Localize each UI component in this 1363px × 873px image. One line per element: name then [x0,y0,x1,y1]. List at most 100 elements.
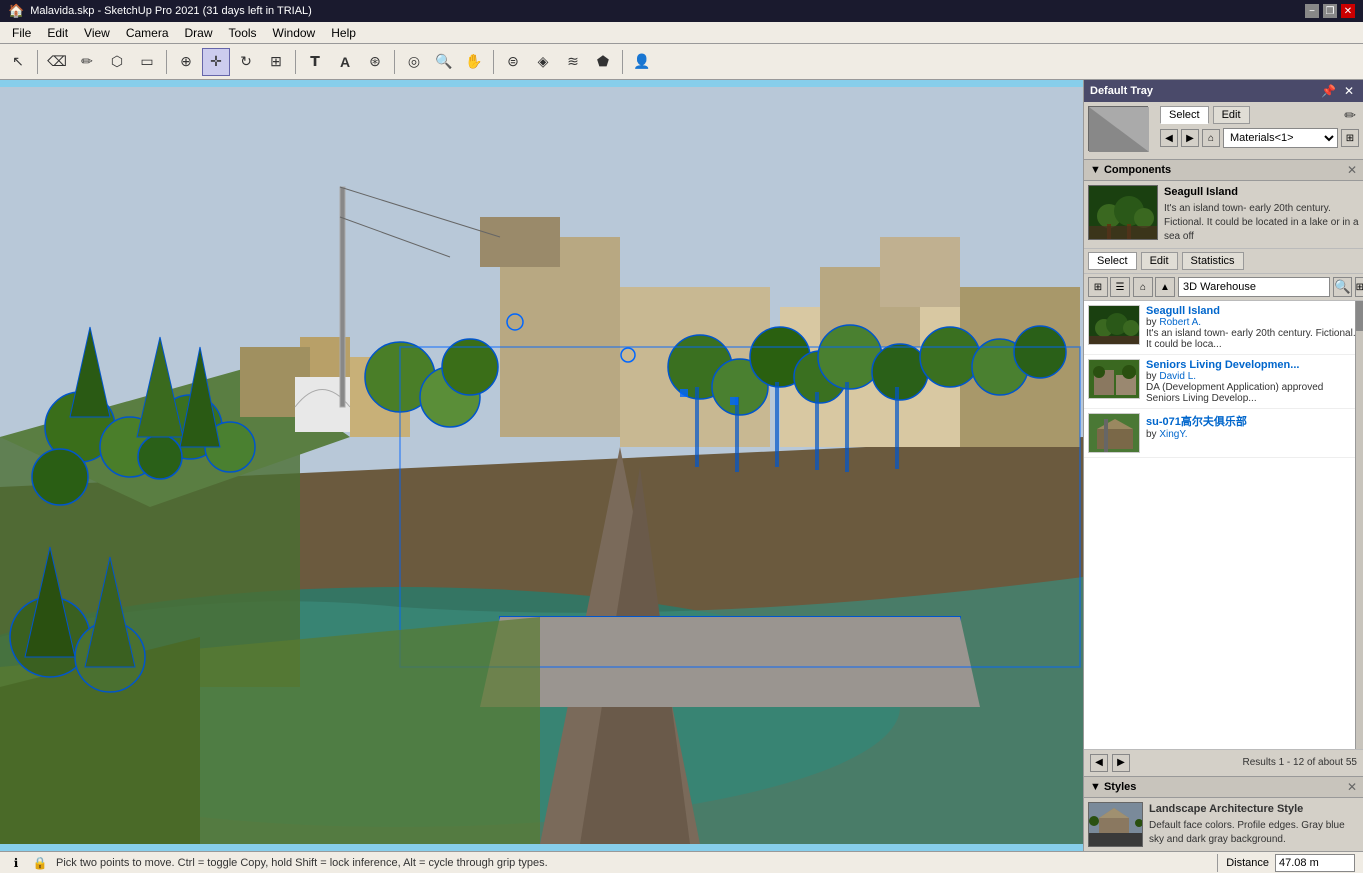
styles-section-label: ▼ Styles [1090,781,1136,793]
components-section-label: ▼ Components [1090,164,1171,176]
component-preview-image [1088,185,1158,240]
move-tool[interactable]: ✛ [202,48,230,76]
menu-help[interactable]: Help [323,24,364,42]
title-bar-left: 🏠 Malavida.skp - SketchUp Pro 2021 (31 d… [8,3,312,19]
materials-edit-tab[interactable]: Edit [1213,106,1250,124]
title-bar-controls[interactable]: − ❐ ✕ [1305,4,1355,18]
materials-home-button[interactable]: ⌂ [1202,129,1220,147]
list-view-button[interactable]: ☰ [1110,277,1130,297]
distance-label: Distance [1226,857,1269,869]
style-info: Landscape Architecture Style Default fac… [1149,802,1359,847]
tray-header: Default Tray 📌 ✕ [1084,80,1363,102]
tray-close-button[interactable]: ✕ [1341,84,1357,98]
status-message: Pick two points to move. Ctrl = toggle C… [56,857,1209,869]
menu-view[interactable]: View [76,24,118,42]
search-extra-button[interactable]: ⊞ [1355,277,1363,297]
nav-home-button[interactable]: ⌂ [1133,277,1153,297]
zoom-tool[interactable]: 🔍 [430,48,458,76]
shape-tool[interactable]: ⬡ [103,48,131,76]
search-input[interactable] [1178,277,1330,297]
components-section-header[interactable]: ▼ Components ✕ [1084,160,1363,181]
pan-tool[interactable]: ✋ [460,48,488,76]
tape-tool[interactable]: 𝗧 [301,48,329,76]
close-button[interactable]: ✕ [1341,4,1355,18]
nav-up-button[interactable]: ▲ [1155,277,1175,297]
component-name-2[interactable]: Seniors Living Developmen... [1146,359,1359,371]
menu-bar: File Edit View Camera Draw Tools Window … [0,22,1363,44]
styles-section-header[interactable]: ▼ Styles ✕ [1084,777,1363,798]
rectangle-tool[interactable]: ▭ [133,48,161,76]
materials-section: Select Edit ✏ ◀ ▶ ⌂ Materials<1> ⊞ [1084,102,1363,160]
menu-camera[interactable]: Camera [118,24,177,42]
scrollbar-thumb[interactable] [1356,301,1363,331]
materials-pencil-button[interactable]: ✏ [1341,106,1359,124]
distance-input[interactable] [1275,854,1355,872]
minimize-button[interactable]: − [1305,4,1319,18]
list-item[interactable]: Seniors Living Developmen... by David L.… [1084,355,1363,409]
materials-preview-image [1088,106,1148,151]
text-tool[interactable]: A [331,48,359,76]
profile-tool[interactable]: 👤 [628,48,656,76]
menu-window[interactable]: Window [265,24,324,42]
menu-file[interactable]: File [4,24,39,42]
axes-tool[interactable]: ⊛ [361,48,389,76]
window-title: Malavida.skp - SketchUp Pro 2021 (31 day… [30,5,312,17]
geo-tool[interactable]: ⊜ [499,48,527,76]
component-info-1: Seagull Island by Robert A. It's an isla… [1146,305,1359,350]
materials-back-button[interactable]: ◀ [1160,129,1178,147]
grid-view-button[interactable]: ⊞ [1088,277,1108,297]
pencil-tool[interactable]: ✏ [73,48,101,76]
offset-tool[interactable]: ⊞ [262,48,290,76]
component-author-3[interactable]: XingY. [1159,429,1187,440]
list-item[interactable]: Seagull Island by Robert A. It's an isla… [1084,301,1363,355]
menu-draw[interactable]: Draw [177,24,221,42]
texture-tool[interactable]: ⬟ [589,48,617,76]
comp-edit-tab[interactable]: Edit [1141,252,1178,270]
push-pull-tool[interactable]: ⊕ [172,48,200,76]
component-desc-1: It's an island town- early 20th century.… [1146,328,1359,350]
styles-close-button[interactable]: ✕ [1347,780,1357,794]
style-preview-area: Landscape Architecture Style Default fac… [1084,798,1363,851]
scrollbar-track[interactable] [1355,301,1363,748]
materials-fwd-button[interactable]: ▶ [1181,129,1199,147]
eraser-tool[interactable]: ⌫ [43,48,71,76]
menu-edit[interactable]: Edit [39,24,76,42]
orbit-tool[interactable]: ◎ [400,48,428,76]
status-bar: ℹ 🔒 Pick two points to move. Ctrl = togg… [0,851,1363,873]
status-lock-icon: 🔒 [32,855,48,871]
tray-pin-button[interactable]: 📌 [1318,84,1339,98]
menu-tools[interactable]: Tools [221,24,265,42]
view-toggle: ⊞ ☰ [1088,277,1130,297]
maximize-button[interactable]: ❐ [1323,4,1337,18]
components-close-button[interactable]: ✕ [1347,163,1357,177]
page-next-button[interactable]: ▶ [1112,754,1130,772]
component-author-2[interactable]: David L. [1159,371,1196,382]
page-nav: ◀ ▶ [1090,754,1130,772]
rotate-tool[interactable]: ↻ [232,48,260,76]
select-tool[interactable]: ↖ [4,48,32,76]
results-text: Results 1 - 12 of about 55 [1242,757,1357,768]
sandbox-tool[interactable]: ≋ [559,48,587,76]
toolbar: ↖ ⌫ ✏ ⬡ ▭ ⊕ ✛ ↻ ⊞ 𝗧 A ⊛ ◎ 🔍 ✋ ⊜ ◈ ≋ ⬟ 👤 [0,44,1363,80]
pagination: ◀ ▶ Results 1 - 12 of about 55 [1084,749,1363,776]
component-name-1[interactable]: Seagull Island [1146,305,1359,317]
component-preview-desc: Seagull Island It's an island town- earl… [1164,185,1359,244]
page-prev-button[interactable]: ◀ [1090,754,1108,772]
section-tool[interactable]: ◈ [529,48,557,76]
viewport[interactable] [0,80,1083,851]
materials-dropdown-arrow[interactable]: ⊞ [1341,129,1359,147]
right-panel: Default Tray 📌 ✕ Select Edit [1083,80,1363,851]
home-nav: ⌂ ▲ [1133,277,1175,297]
materials-dropdown[interactable]: Materials<1> [1223,128,1338,148]
styles-section: ▼ Styles ✕ Landscape Architecture Style [1084,776,1363,851]
list-item[interactable]: su-071高尔夫俱乐部 by XingY. [1084,409,1363,458]
tray-header-buttons[interactable]: 📌 ✕ [1318,84,1357,98]
comp-select-tab[interactable]: Select [1088,252,1137,270]
search-button[interactable]: 🔍 [1333,277,1352,297]
comp-statistics-tab[interactable]: Statistics [1182,252,1244,270]
materials-side: Select Edit ✏ ◀ ▶ ⌂ Materials<1> ⊞ [1160,106,1359,151]
main-area: Default Tray 📌 ✕ Select Edit [0,80,1363,851]
component-name-3[interactable]: su-071高尔夫俱乐部 [1146,413,1247,429]
component-author-1[interactable]: Robert A. [1159,317,1201,328]
materials-select-tab[interactable]: Select [1160,106,1209,124]
